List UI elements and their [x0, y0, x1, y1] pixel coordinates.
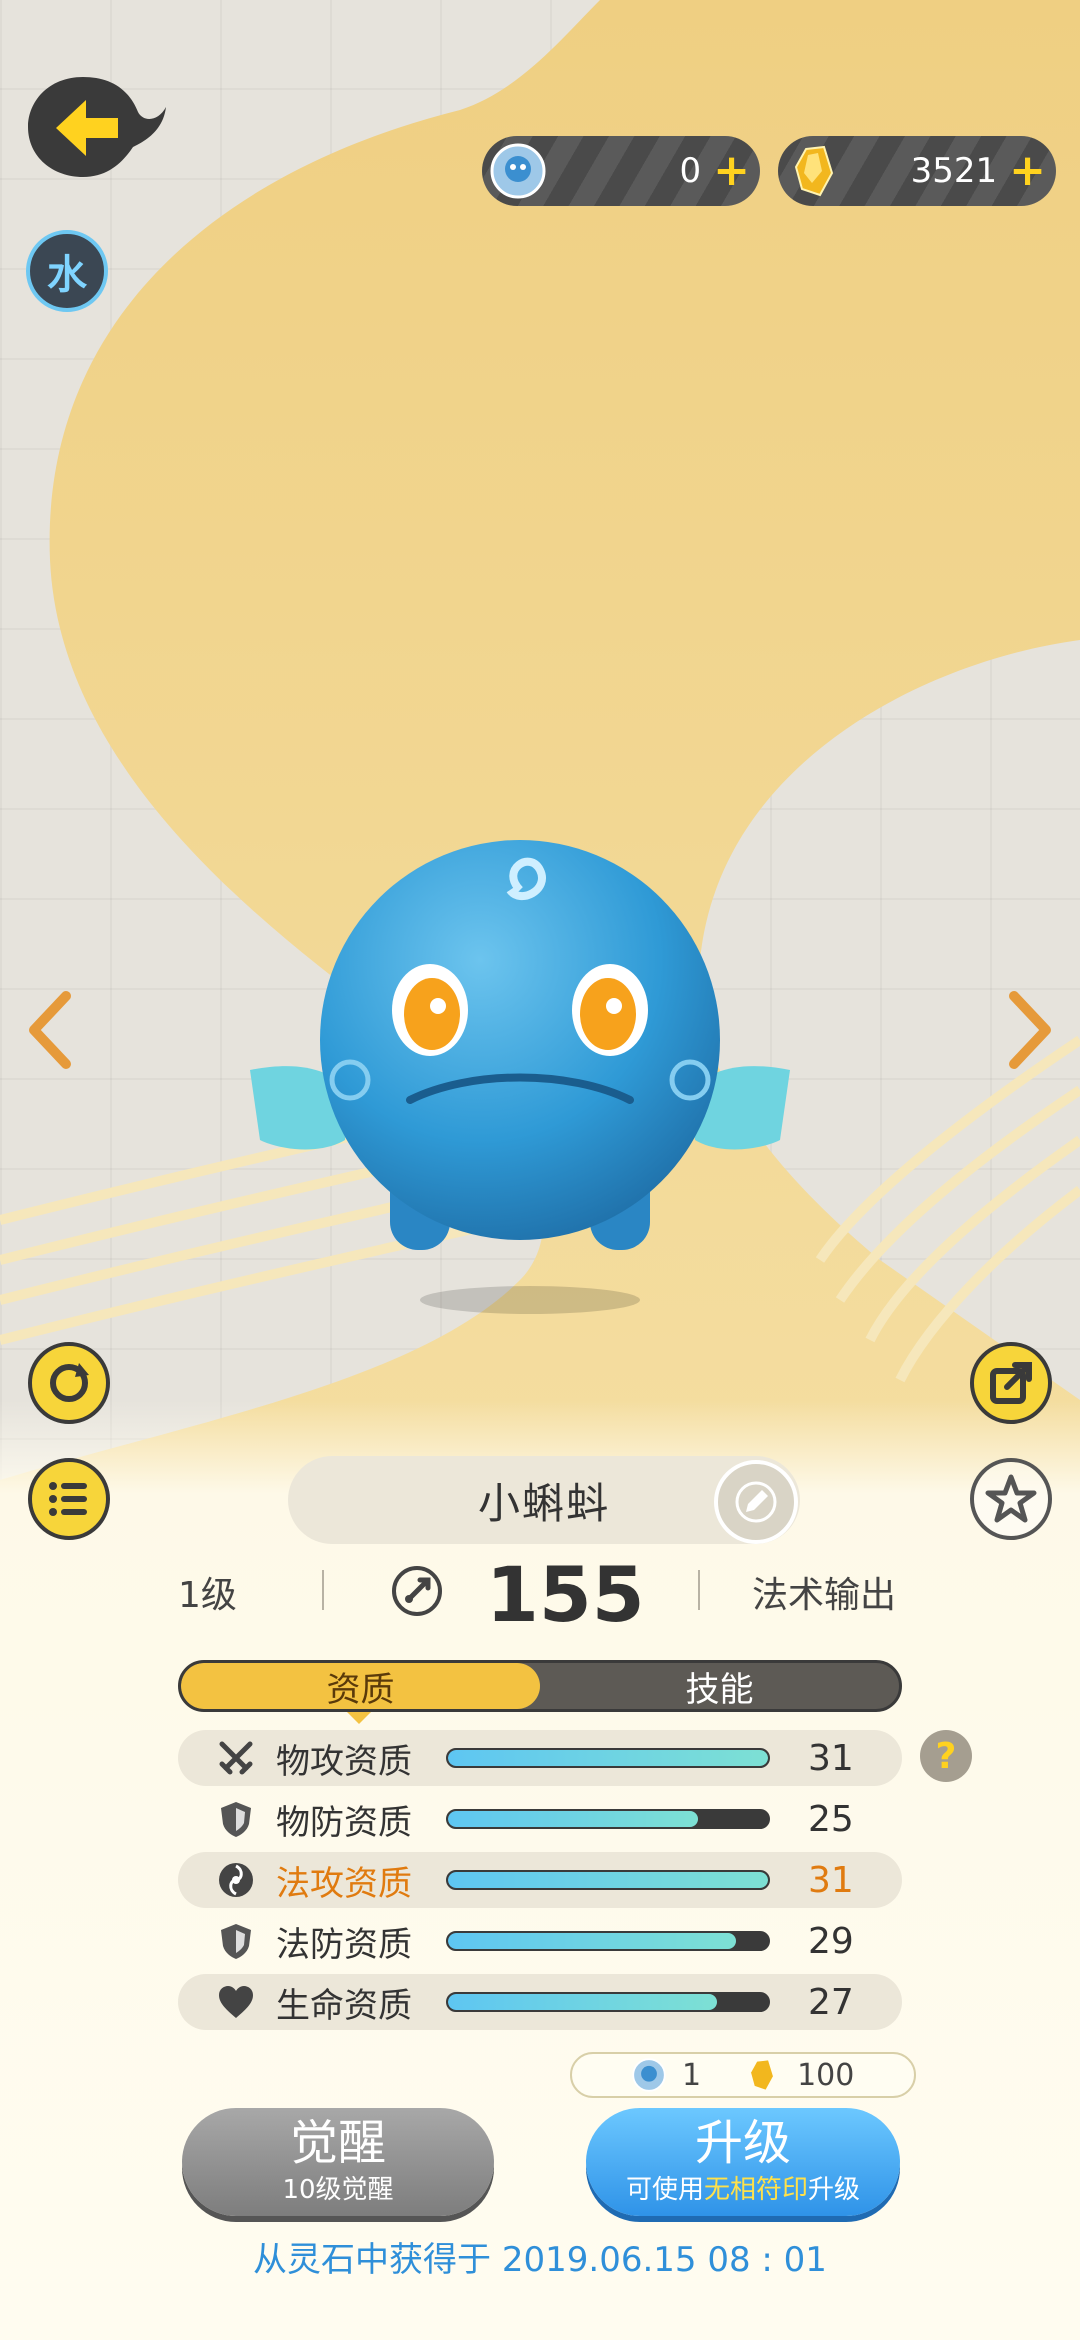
edit-pencil-icon: [735, 1481, 777, 1523]
previous-pet-arrow-icon[interactable]: [24, 990, 74, 1070]
aptitude-bar-fill: [448, 1933, 736, 1949]
aptitude-value: 31: [808, 1859, 854, 1901]
cost-stone-amount: 1: [682, 2057, 702, 2093]
share-icon: [990, 1362, 1032, 1404]
aptitude-bar-fill: [448, 1872, 768, 1888]
next-pet-arrow-icon[interactable]: [1006, 990, 1056, 1070]
awaken-button[interactable]: 觉醒 10级觉醒: [182, 2108, 494, 2216]
awaken-label: 觉醒: [289, 2115, 386, 2172]
add-spirit-stone-button[interactable]: +: [713, 149, 750, 193]
aptitude-bar: [446, 1870, 770, 1890]
aptitude-value: 27: [808, 1981, 854, 2023]
refresh-button[interactable]: [28, 1342, 110, 1424]
spirit-stone-amount: 0: [679, 151, 702, 191]
aptitude-value: 29: [808, 1920, 854, 1962]
detail-tabs: 资质 技能: [178, 1660, 902, 1712]
aptitude-label: 法攻资质: [276, 1863, 412, 1904]
aptitude-help-button[interactable]: ?: [920, 1730, 972, 1782]
aptitude-label: 物攻资质: [276, 1741, 412, 1782]
tab-skills[interactable]: 技能: [540, 1663, 899, 1710]
aptitude-bar: [446, 1809, 770, 1829]
aptitude-bar-fill: [448, 1811, 698, 1827]
pet-name: 小蝌蚪: [477, 1478, 610, 1528]
add-gold-crystal-button[interactable]: +: [1009, 149, 1046, 193]
aptitude-label: 法防资质: [276, 1924, 412, 1965]
aptitude-bar: [446, 1992, 770, 2012]
divider: [698, 1570, 700, 1610]
upgrade-sub-pre: 可使用: [625, 2174, 704, 2205]
pet-level: 1级: [178, 1575, 237, 1616]
magic-shield-icon: [221, 1924, 251, 1959]
aptitude-bar-fill: [448, 1750, 768, 1766]
aptitude-bar: [446, 1748, 770, 1768]
divider: [322, 1570, 324, 1610]
star-icon: [985, 1474, 1037, 1523]
favorite-button[interactable]: [970, 1458, 1052, 1540]
gold-crystal-amount: 3521: [910, 151, 998, 191]
aptitude-row-physical-defense: 物防资质 25: [178, 1791, 902, 1847]
tab-pointer: [347, 1712, 371, 1724]
water-element-badge: 水: [26, 230, 108, 312]
aptitude-row-health: 生命资质 27: [178, 1974, 902, 2030]
aptitude-value: 25: [808, 1798, 854, 1840]
tadpole-pet-illustration: [250, 840, 790, 1314]
spirit-stone-icon: [632, 2058, 666, 2092]
gold-crystal-icon: [794, 145, 834, 197]
combat-power: 155: [486, 1550, 645, 1639]
power-icon: [392, 1566, 442, 1616]
aptitude-row-magic-defense: 法防资质 29: [178, 1913, 902, 1969]
aptitude-list: 物攻资质 31 物防资质 25 法攻资质 31 法防资质 29 生命资质 27: [178, 1730, 902, 2035]
list-button[interactable]: [28, 1458, 110, 1540]
refresh-icon: [50, 1363, 89, 1402]
awaken-sublabel: 10级觉醒: [282, 2174, 394, 2205]
obtained-info: 从灵石中获得于 2019.06.15 08 : 01: [253, 2240, 827, 2280]
rename-button[interactable]: [714, 1460, 798, 1544]
back-arrow-icon[interactable]: [28, 72, 168, 182]
tab-aptitude[interactable]: 资质: [181, 1663, 540, 1709]
aptitude-label: 物防资质: [276, 1802, 412, 1843]
gold-crystal-counter: 3521 +: [778, 136, 1056, 206]
gold-crystal-icon: [751, 2060, 774, 2090]
aptitude-row-physical-attack: 物攻资质 31: [178, 1730, 902, 1786]
upgrade-sub-post: 升级: [808, 2174, 861, 2205]
spirit-stone-icon: [490, 143, 546, 199]
pet-role: 法术输出: [752, 1575, 897, 1616]
upgrade-label: 升级: [694, 2115, 791, 2172]
magic-swirl-icon: [219, 1863, 253, 1897]
share-button[interactable]: [970, 1342, 1052, 1424]
aptitude-bar-fill: [448, 1994, 717, 2010]
upgrade-button[interactable]: 升级 可使用无相符印升级: [586, 2108, 900, 2216]
list-icon: [49, 1482, 87, 1516]
aptitude-bar: [446, 1931, 770, 1951]
heart-icon: [219, 1986, 253, 2018]
cost-crystal-amount: 100: [797, 2057, 855, 2093]
aptitude-row-magic-attack: 法攻资质 31: [178, 1852, 902, 1908]
upgrade-sub-item: 无相符印: [703, 2174, 808, 2205]
spirit-stone-counter: 0 +: [482, 136, 760, 206]
pet-summary-row: 1级 155 法术输出: [0, 1550, 1080, 1639]
aptitude-label: 生命资质: [276, 1985, 412, 2026]
shield-icon: [221, 1802, 251, 1837]
swords-icon: [219, 1741, 253, 1775]
aptitude-value: 31: [808, 1737, 854, 1779]
upgrade-cost: 1 100: [570, 2052, 916, 2098]
upgrade-sublabel: 可使用无相符印升级: [626, 2169, 860, 2206]
